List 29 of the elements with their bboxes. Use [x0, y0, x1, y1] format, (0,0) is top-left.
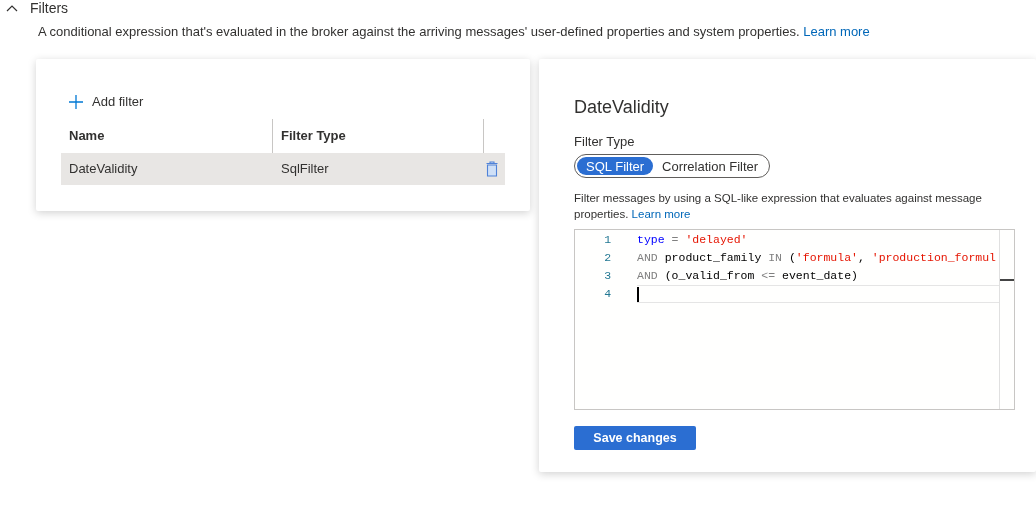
filter-row[interactable]: DateValidity SqlFilter — [61, 152, 506, 185]
filter-type-option[interactable]: Correlation Filter — [653, 157, 768, 175]
filter-title: DateValidity — [574, 95, 670, 119]
description: A conditional expression that's evaluated in the broker against the arriving messages' user-defined properties and system properties. Learn more — [38, 23, 871, 41]
section-title: Filters — [30, 0, 69, 18]
filter-help-text: Filter messages by using a SQL-like expression that evaluates against message properties. Learn more — [574, 191, 983, 222]
table-cell-text: DateValidity — [68, 159, 139, 178]
line-number: 1 — [603, 232, 612, 249]
trash-icon[interactable] — [486, 160, 498, 177]
column-header: Filter Type — [281, 126, 346, 145]
code-line: type = 'delayed' — [637, 232, 749, 249]
filter-type-option[interactable]: SQL Filter — [577, 157, 654, 175]
line-number: 4 — [603, 286, 612, 303]
add-filter-button[interactable]: Add filter — [68, 91, 144, 112]
code-line: AND (o_valid_from <= event_date) — [637, 268, 859, 285]
table-cell-text: SqlFilter — [280, 159, 330, 178]
code-editor[interactable]: 1 type = 'delayed' 2 AND product_family IN ('formula', 'production_formul 3 AND (o_valid_from <= event_date) 4 — [574, 229, 1016, 410]
plus-icon — [68, 93, 84, 110]
scrollbar-track[interactable] — [999, 230, 1015, 409]
learn-more-link[interactable]: Learn more — [631, 208, 691, 220]
chevron-icon[interactable] — [6, 4, 18, 12]
line-number: 3 — [603, 268, 612, 285]
text-cursor — [637, 286, 640, 302]
filter-type-label: Filter Type — [574, 132, 636, 151]
code-line: AND product_family IN ('formula', 'production_formul — [637, 250, 997, 267]
line-number: 2 — [603, 250, 612, 267]
save-button[interactable]: Save changes — [574, 426, 697, 450]
column-header: Name — [69, 126, 105, 145]
learn-more-link[interactable]: Learn more — [803, 24, 870, 39]
